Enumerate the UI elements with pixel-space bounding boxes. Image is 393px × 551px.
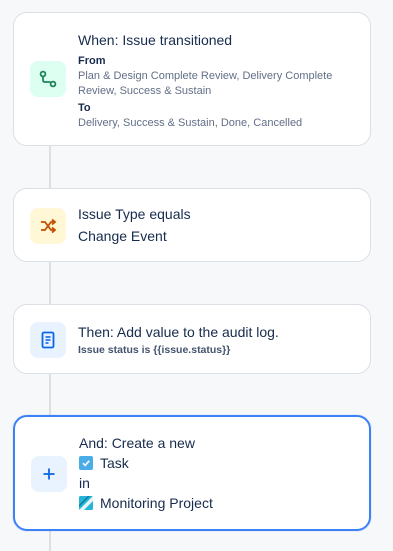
project-name: Monitoring Project (100, 495, 213, 511)
shuffle-icon (30, 208, 66, 244)
issue-type-label: Task (100, 455, 129, 471)
create-issue-action-card[interactable]: And: Create a new Task in Monitoring Pro… (13, 415, 371, 531)
project-avatar-icon (79, 496, 93, 510)
plus-icon (31, 456, 67, 492)
flow-connector (49, 262, 51, 304)
from-label: From (78, 55, 106, 67)
task-checkbox-icon (79, 456, 93, 470)
issue-type-row: Task (79, 453, 355, 473)
from-statuses: Plan & Design Complete Review, Delivery … (78, 70, 333, 97)
transition-icon (30, 61, 66, 97)
condition-card[interactable]: Issue Type equals Change Event (13, 188, 371, 262)
flow-connector (49, 146, 51, 188)
audit-log-action-card[interactable]: Then: Add value to the audit log. Issue … (13, 304, 371, 374)
document-icon (30, 322, 66, 358)
trigger-card[interactable]: When: Issue transitioned From Plan & Des… (13, 12, 371, 146)
to-statuses: Delivery, Success & Sustain, Done, Cance… (78, 117, 303, 129)
action-title: Then: Add value to the audit log. (78, 324, 279, 340)
condition-value: Change Event (78, 228, 167, 244)
audit-log-message: Issue status is {{issue.status}} (78, 344, 231, 356)
action-title: And: Create a new (79, 435, 195, 451)
project-row: Monitoring Project (79, 493, 355, 513)
condition-field: Issue Type equals (78, 206, 191, 222)
trigger-title: When: Issue transitioned (78, 32, 233, 48)
in-label: in (79, 475, 90, 491)
flow-connector (49, 530, 51, 551)
to-label: To (78, 102, 91, 114)
flow-connector (49, 374, 51, 416)
